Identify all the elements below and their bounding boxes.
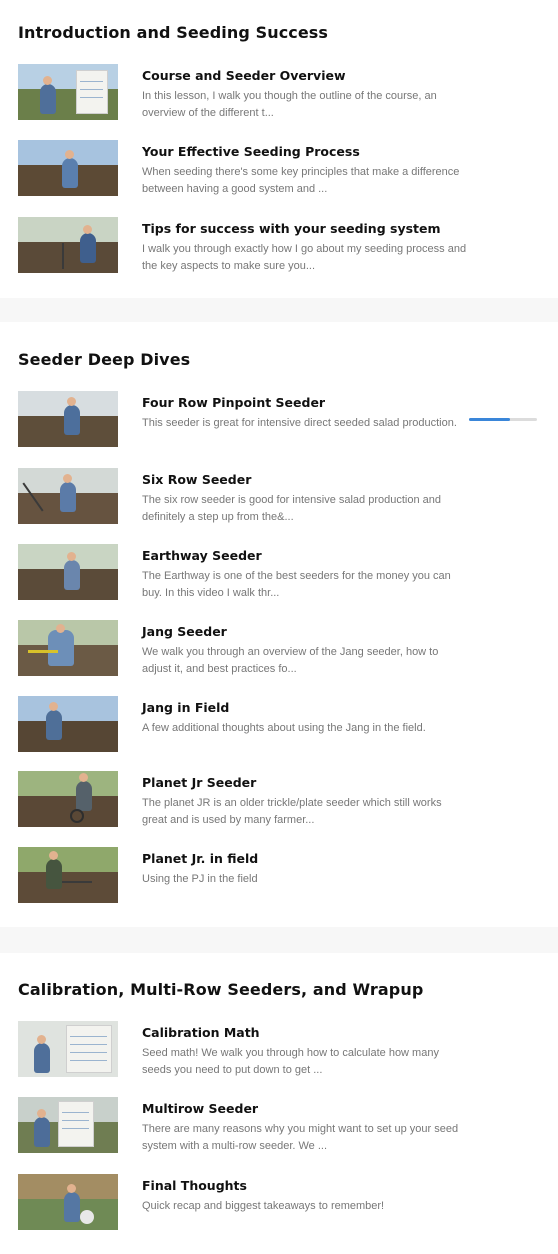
lesson-title[interactable]: Your Effective Seeding Process	[142, 144, 360, 159]
lesson-thumbnail[interactable]	[18, 468, 118, 524]
lesson-description: The planet JR is an older trickle/plate …	[142, 797, 442, 826]
lesson-description: The six row seeder is good for intensive…	[142, 494, 442, 523]
section-title: Introduction and Seeding Success	[18, 23, 329, 42]
lesson-thumbnail[interactable]	[18, 1021, 118, 1077]
lesson-title[interactable]: Jang Seeder	[142, 624, 227, 639]
lesson-thumbnail[interactable]	[18, 217, 118, 273]
lesson-description: We walk you through an overview of the J…	[142, 646, 439, 675]
lesson-item[interactable]: Tips for success with your seeding syste…	[0, 217, 558, 277]
lesson-thumbnail[interactable]	[18, 620, 118, 676]
lesson-thumbnail[interactable]	[18, 771, 118, 827]
lesson-title[interactable]: Course and Seeder Overview	[142, 68, 346, 83]
section-title: Seeder Deep Dives	[18, 350, 191, 369]
lesson-description: A few additional thoughts about using th…	[142, 722, 426, 734]
lesson-title[interactable]: Tips for success with your seeding syste…	[142, 221, 441, 236]
lesson-thumbnail[interactable]	[18, 544, 118, 600]
lesson-title[interactable]: Earthway Seeder	[142, 548, 262, 563]
lesson-thumbnail[interactable]	[18, 696, 118, 752]
lesson-description: Quick recap and biggest takeaways to rem…	[142, 1200, 385, 1212]
lesson-item[interactable]: Your Effective Seeding Process When seed…	[0, 140, 558, 200]
lesson-description: This seeder is great for intensive direc…	[142, 417, 457, 429]
lesson-description: Seed math! We walk you through how to ca…	[142, 1047, 439, 1076]
lesson-item[interactable]: Final Thoughts Quick recap and biggest t…	[0, 1174, 558, 1234]
section-divider	[0, 927, 558, 953]
lesson-item[interactable]: Calibration Math Seed math! We walk you …	[0, 1021, 558, 1081]
lesson-title[interactable]: Six Row Seeder	[142, 472, 251, 487]
lesson-item[interactable]: Planet Jr Seeder The planet JR is an old…	[0, 771, 558, 831]
lesson-description: When seeding there's some key principles…	[142, 166, 460, 195]
lesson-thumbnail[interactable]	[18, 1174, 118, 1230]
lesson-title[interactable]: Planet Jr Seeder	[142, 775, 256, 790]
lesson-description: Using the PJ in the field	[142, 873, 258, 885]
lesson-item[interactable]: Jang Seeder We walk you through an overv…	[0, 620, 558, 680]
lesson-progress-bar	[469, 418, 537, 421]
lesson-thumbnail[interactable]	[18, 847, 118, 903]
lesson-progress-fill	[469, 418, 510, 421]
lesson-item[interactable]: Four Row Pinpoint Seeder This seeder is …	[0, 391, 558, 451]
lesson-title[interactable]: Calibration Math	[142, 1025, 260, 1040]
lesson-thumbnail[interactable]	[18, 1097, 118, 1153]
lesson-description: In this lesson, I walk you though the ou…	[142, 90, 437, 119]
lesson-title[interactable]: Multirow Seeder	[142, 1101, 258, 1116]
lesson-item[interactable]: Jang in Field A few additional thoughts …	[0, 696, 558, 756]
lesson-title[interactable]: Planet Jr. in field	[142, 851, 258, 866]
lesson-item[interactable]: Course and Seeder Overview In this lesso…	[0, 64, 558, 124]
section-title: Calibration, Multi-Row Seeders, and Wrap…	[18, 980, 424, 999]
lesson-title[interactable]: Four Row Pinpoint Seeder	[142, 395, 325, 410]
lesson-title[interactable]: Final Thoughts	[142, 1178, 247, 1193]
lesson-item[interactable]: Multirow Seeder There are many reasons w…	[0, 1097, 558, 1157]
lesson-description: There are many reasons why you might wan…	[142, 1123, 459, 1152]
lesson-description: The Earthway is one of the best seeders …	[142, 570, 451, 599]
lesson-title[interactable]: Jang in Field	[142, 700, 229, 715]
lesson-description: I walk you through exactly how I go abou…	[142, 243, 467, 272]
lesson-item[interactable]: Six Row Seeder The six row seeder is goo…	[0, 468, 558, 528]
lesson-thumbnail[interactable]	[18, 64, 118, 120]
lesson-item[interactable]: Earthway Seeder The Earthway is one of t…	[0, 544, 558, 604]
lesson-thumbnail[interactable]	[18, 140, 118, 196]
section-divider	[0, 298, 558, 322]
lesson-thumbnail[interactable]	[18, 391, 118, 447]
lesson-item[interactable]: Planet Jr. in field Using the PJ in the …	[0, 847, 558, 907]
